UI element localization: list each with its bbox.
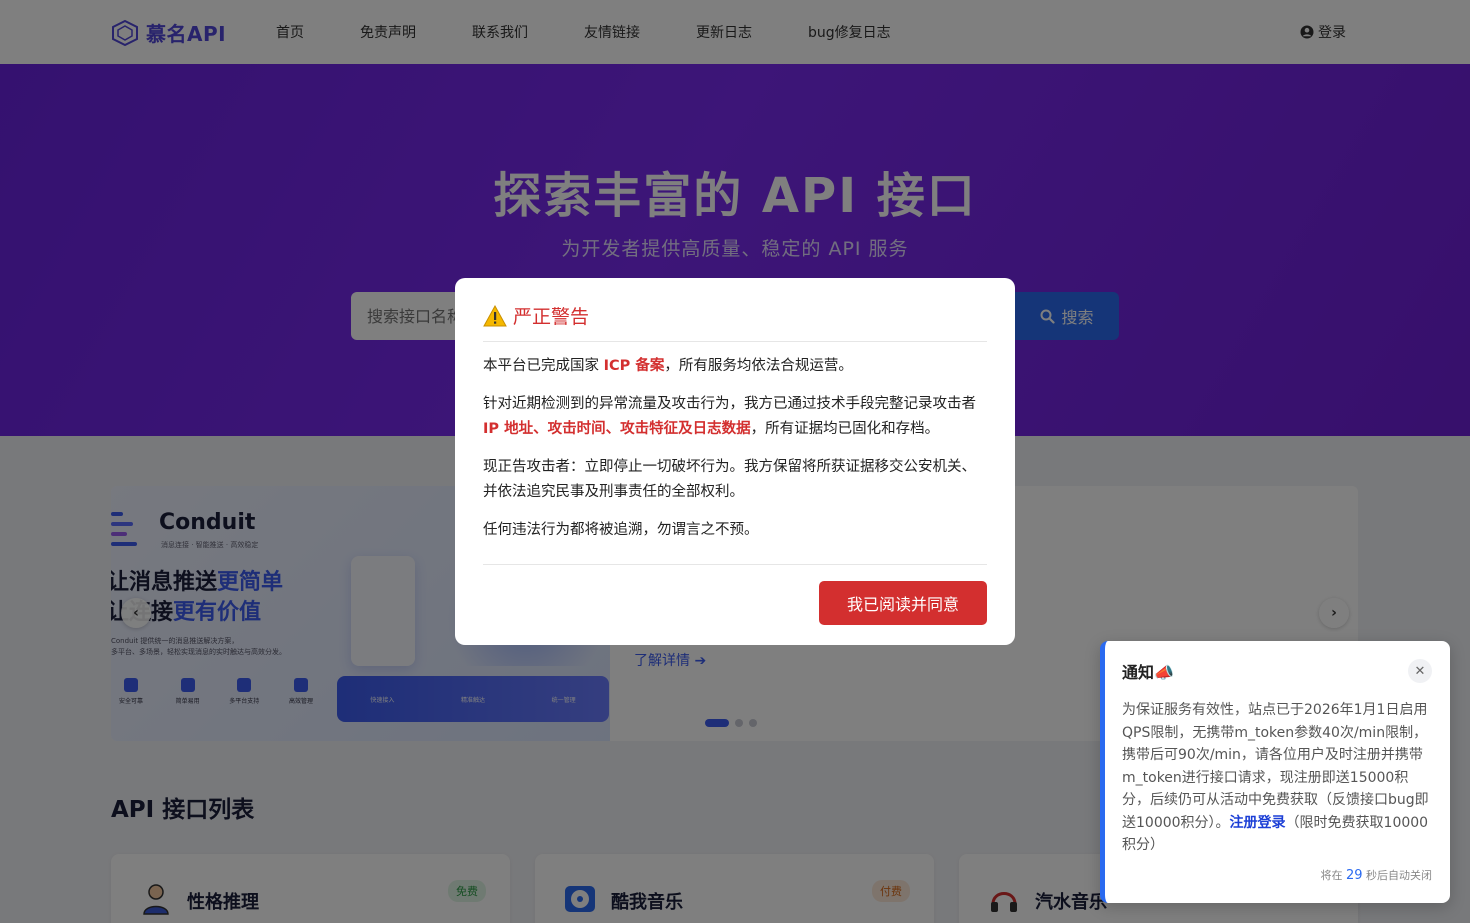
agree-button[interactable]: 我已阅读并同意 bbox=[819, 581, 987, 625]
modal-title-text: 严正警告 bbox=[513, 306, 590, 328]
notice-countdown: 将在 29 秒后自动关闭 bbox=[1320, 867, 1432, 883]
modal-body: 本平台已完成国家 ICP 备案，所有服务均依法合规运营。 针对近期检测到的异常流… bbox=[483, 342, 987, 543]
text: 本平台已完成国家 bbox=[483, 358, 604, 374]
register-login-link[interactable]: 注册登录 bbox=[1230, 815, 1286, 831]
modal-footer-divider bbox=[483, 564, 987, 565]
modal-title: 严正警告 bbox=[483, 302, 987, 342]
warning-modal: 严正警告 本平台已完成国家 ICP 备案，所有服务均依法合规运营。 针对近期检测… bbox=[455, 278, 1015, 645]
modal-paragraph: 任何违法行为都将被追溯，勿谓言之不预。 bbox=[483, 522, 759, 538]
warning-icon bbox=[483, 304, 507, 326]
notice-toast: 通知📣 ✕ 为保证服务有效性，站点已于2026年1月1日启用QPS限制，无携带m… bbox=[1100, 641, 1450, 903]
modal-paragraph: 针对近期检测到的异常流量及攻击行为，我方已通过技术手段完整记录攻击者 IP 地址… bbox=[483, 392, 987, 442]
countdown-seconds: 29 bbox=[1345, 868, 1363, 883]
notice-close-button[interactable]: ✕ bbox=[1408, 659, 1432, 683]
modal-paragraph: 现正告攻击者：立即停止一切破坏行为。我方保留将所获证据移交公安机关、并依法追究民… bbox=[483, 459, 976, 500]
notice-body: 为保证服务有效性，站点已于2026年1月1日启用QPS限制，无携带m_token… bbox=[1122, 699, 1432, 857]
countdown-prefix: 将在 bbox=[1320, 869, 1346, 882]
notice-title: 通知📣 bbox=[1122, 663, 1174, 682]
text: ，所有服务均依法合规运营。 bbox=[664, 358, 853, 374]
modal-paragraph: 本平台已完成国家 ICP 备案，所有服务均依法合规运营。 bbox=[483, 354, 987, 379]
notice-text: 为保证服务有效性，站点已于2026年1月1日启用QPS限制，无携带m_token… bbox=[1122, 702, 1429, 831]
evidence-highlight: IP 地址、攻击时间、攻击特征及日志数据 bbox=[483, 421, 751, 437]
countdown-suffix: 秒后自动关闭 bbox=[1362, 869, 1432, 882]
text: ，所有证据均已固化和存档。 bbox=[750, 421, 940, 437]
close-icon: ✕ bbox=[1414, 663, 1426, 679]
icp-highlight: ICP 备案 bbox=[603, 358, 665, 374]
text: 针对近期检测到的异常流量及攻击行为，我方已通过技术手段完整记录攻击者 bbox=[483, 396, 976, 412]
